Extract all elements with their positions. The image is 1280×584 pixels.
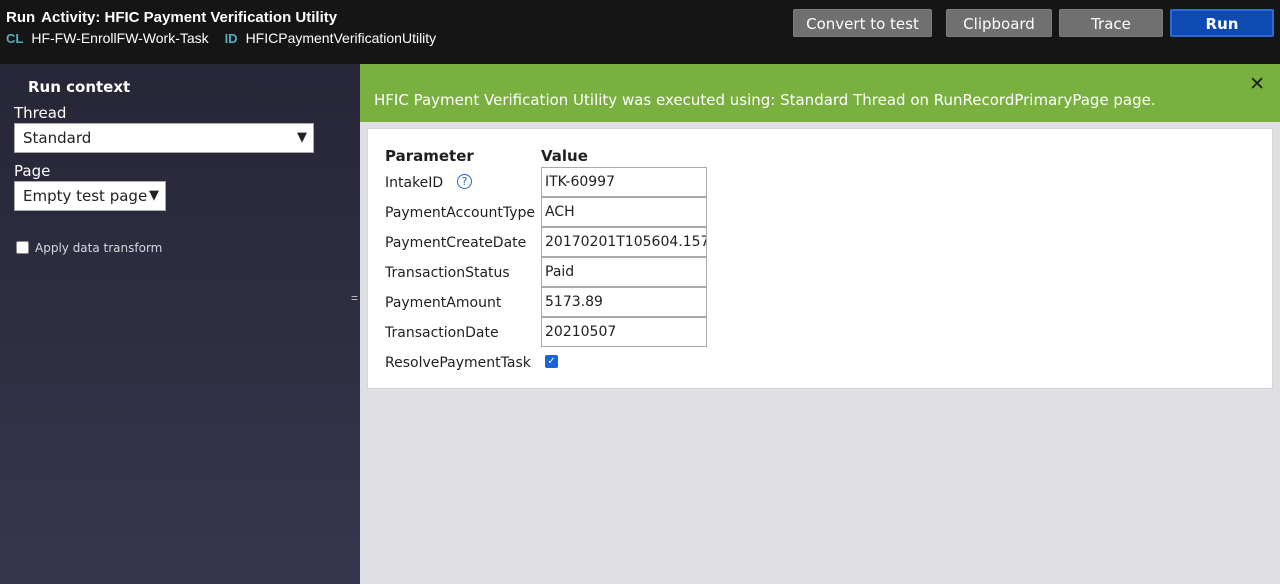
- transactiondate-input[interactable]: 20210507: [541, 317, 707, 347]
- cl-value: HF-FW-EnrollFW-Work-Task: [31, 30, 209, 46]
- cl-tag: CL: [6, 31, 24, 46]
- param-row-intakeid: IntakeID ? ITK-60997: [368, 167, 1274, 197]
- param-name: ResolvePaymentTask: [385, 355, 531, 371]
- chevron-down-icon: ▼: [297, 130, 307, 145]
- resolvepaymenttask-checkbox[interactable]: ✓: [545, 355, 558, 368]
- apply-data-transform-row: Apply data transform: [16, 241, 162, 255]
- run-context-title: Run context: [28, 78, 131, 96]
- convert-to-test-button[interactable]: Convert to test: [793, 9, 932, 37]
- thread-select-value: Standard: [23, 129, 92, 147]
- page-select[interactable]: Empty test page ▼: [14, 181, 166, 211]
- parameter-column-header: Parameter: [385, 147, 474, 165]
- param-row-paymentcreatedate: PaymentCreateDate 20170201T105604.157 E: [368, 227, 1274, 257]
- id-value: HFICPaymentVerificationUtility: [245, 30, 437, 46]
- apply-data-transform-label: Apply data transform: [35, 241, 163, 255]
- page-select-value: Empty test page: [23, 187, 148, 205]
- thread-select[interactable]: Standard ▼: [14, 123, 314, 153]
- activity-title: Activity: HFIC Payment Verification Util…: [41, 9, 338, 26]
- header-title: Run Activity: HFIC Payment Verification U…: [6, 9, 337, 26]
- id-tag: ID: [224, 31, 238, 46]
- param-name: TransactionStatus: [385, 265, 510, 281]
- intakeid-input[interactable]: ITK-60997: [541, 167, 707, 197]
- value-column-header: Value: [541, 147, 588, 165]
- param-name: PaymentAmount: [385, 295, 502, 311]
- param-row-paymentaccounttype: PaymentAccountType ACH: [368, 197, 1274, 227]
- param-row-transactionstatus: TransactionStatus Paid: [368, 257, 1274, 287]
- clipboard-button[interactable]: Clipboard: [946, 9, 1052, 37]
- paymentaccounttype-input[interactable]: ACH: [541, 197, 707, 227]
- run-label: Run: [6, 9, 36, 26]
- paymentcreatedate-input[interactable]: 20170201T105604.157 E: [541, 227, 707, 257]
- run-button[interactable]: Run: [1170, 9, 1274, 37]
- success-banner: HFIC Payment Verification Utility was ex…: [360, 64, 1280, 122]
- param-name: PaymentCreateDate: [385, 235, 527, 251]
- panel-splitter-handle[interactable]: =: [351, 291, 358, 305]
- thread-label: Thread: [14, 104, 67, 122]
- parameters-panel: Parameter Value IntakeID ? ITK-60997 Pay…: [367, 128, 1273, 389]
- top-header: Run Activity: HFIC Payment Verification U…: [0, 0, 1280, 64]
- param-row-transactiondate: TransactionDate 20210507: [368, 317, 1274, 347]
- apply-data-transform-checkbox[interactable]: [16, 241, 29, 254]
- param-row-paymentamount: PaymentAmount 5173.89: [368, 287, 1274, 317]
- param-name: TransactionDate: [385, 325, 499, 341]
- run-context-sidebar: Run context Thread Standard ▼ Page Empty…: [0, 64, 360, 584]
- paymentamount-input[interactable]: 5173.89: [541, 287, 707, 317]
- param-name: IntakeID: [385, 175, 444, 191]
- help-icon[interactable]: ?: [457, 174, 472, 189]
- transactionstatus-input[interactable]: Paid: [541, 257, 707, 287]
- chevron-down-icon: ▼: [149, 188, 159, 203]
- banner-message: HFIC Payment Verification Utility was ex…: [374, 91, 1156, 109]
- trace-button[interactable]: Trace: [1059, 9, 1163, 37]
- close-icon[interactable]: ✕: [1249, 73, 1265, 96]
- header-subtitle: CL HF-FW-EnrollFW-Work-Task ID HFICPayment…: [6, 30, 448, 46]
- param-name: PaymentAccountType: [385, 205, 535, 221]
- page-label: Page: [14, 162, 51, 180]
- param-row-resolvepaymenttask: ResolvePaymentTask ✓: [368, 347, 1274, 377]
